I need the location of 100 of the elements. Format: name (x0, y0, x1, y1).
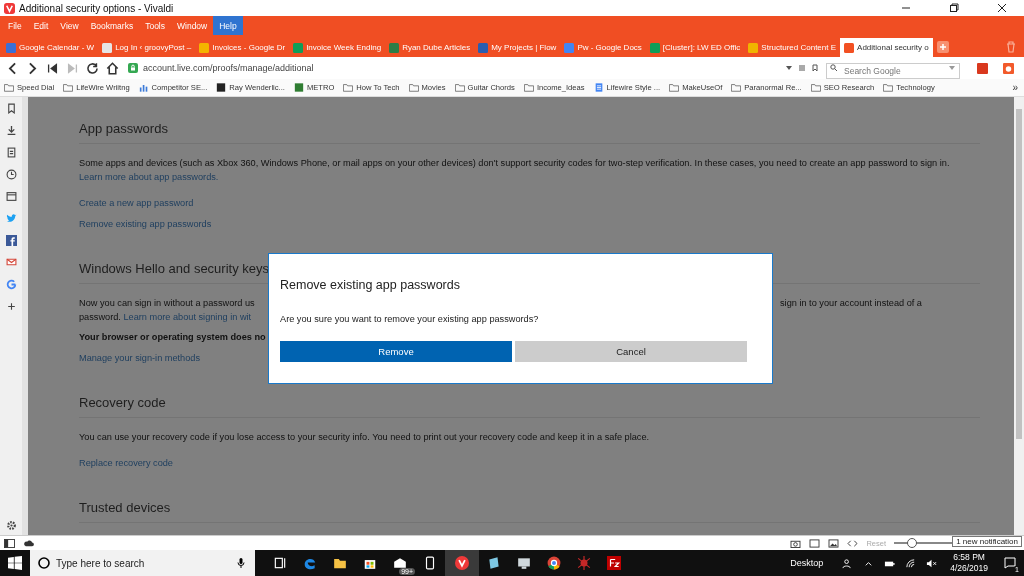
menu-item[interactable]: Help (213, 16, 243, 35)
address-field[interactable]: account.live.com/proofs/manage/additional (124, 60, 823, 76)
browser-tab[interactable]: Log In ‹ groovyPost – (98, 38, 196, 57)
cloud-icon[interactable] (23, 538, 34, 548)
tab-title: My Projects | Flow (491, 43, 557, 52)
reload-icon[interactable] (86, 61, 99, 75)
dropdown-icon[interactable] (785, 64, 793, 72)
section-heading: App passwords (79, 121, 980, 144)
browser-tab[interactable]: Pw - Google Docs (560, 38, 646, 57)
google-icon[interactable] (5, 279, 17, 290)
download-icon[interactable] (5, 125, 17, 136)
start-icon[interactable] (8, 556, 22, 570)
tab-title: Ryan Dube Articles (402, 43, 471, 52)
microphone-icon[interactable] (237, 557, 245, 569)
notebook-icon[interactable] (487, 556, 501, 570)
facebook-icon[interactable] (5, 235, 17, 246)
folder-icon (408, 83, 419, 92)
lock-icon (128, 63, 138, 73)
clock[interactable]: 6:58 PM 4/26/2019 (950, 552, 988, 574)
clock-time: 6:58 PM (953, 552, 985, 563)
notes-icon[interactable] (977, 62, 988, 74)
menu-item[interactable]: View (54, 16, 85, 35)
tab-title: [Cluster]: LW ED Offic (662, 43, 741, 52)
menu-item[interactable]: Edit (27, 16, 55, 35)
folder-icon (343, 83, 354, 92)
browser-tab[interactable]: Structured Content E (744, 38, 841, 57)
action-link[interactable]: Remove existing app passwords (79, 217, 212, 231)
taskbar-search-field[interactable]: Type here to search (30, 550, 255, 576)
computer-icon[interactable] (517, 556, 531, 570)
browser-tab[interactable]: Invoice Week Ending (289, 38, 386, 57)
add-tab-icon[interactable] (936, 41, 949, 53)
settings-icon[interactable] (5, 520, 17, 531)
remove-button[interactable]: Remove (280, 341, 512, 362)
panel-toggle-icon[interactable] (4, 538, 15, 548)
paragraph-fragment: password. Learn more about signing in wit (79, 311, 252, 324)
folder-icon (883, 83, 894, 92)
search-icon (830, 64, 838, 72)
browser-tab[interactable]: My Projects | Flow (474, 38, 561, 57)
section-heading: Trusted devices (79, 500, 980, 523)
phone-icon[interactable] (423, 556, 437, 570)
tab-title: Log In ‹ groovyPost – (115, 43, 192, 52)
window-title: Additional security options - Vivaldi (19, 2, 174, 14)
browser-tab[interactable]: Ryan Dube Articles (385, 38, 475, 57)
browser-tab[interactable]: Invoices - Google Dr (195, 38, 290, 57)
folder-icon (63, 83, 74, 92)
folder-icon (810, 83, 821, 92)
browser-tab[interactable]: [Cluster]: LW ED Offic (645, 38, 745, 57)
scrollbar[interactable] (1014, 97, 1024, 535)
tab-title: Additional security o (857, 43, 929, 52)
home-icon[interactable] (106, 61, 119, 75)
close-icon[interactable] (997, 3, 1007, 13)
people-icon[interactable] (842, 557, 854, 569)
dialog-message: Are you sure you want to remove your existing app passwords? (280, 314, 540, 324)
menu-item[interactable]: Bookmarks (84, 16, 140, 35)
favicon-icon (293, 83, 304, 92)
menu-item[interactable]: Tools (139, 16, 171, 35)
image-icon[interactable] (828, 538, 840, 548)
window-icon[interactable] (809, 538, 821, 548)
more-bookmarks-button[interactable]: » (1012, 82, 1018, 93)
action-link[interactable]: Create a new app password (79, 196, 194, 210)
wifi-icon[interactable] (905, 557, 917, 569)
browser-tab[interactable]: Google Calendar - W (2, 38, 99, 57)
favicon-icon (478, 42, 489, 53)
camera-icon[interactable] (790, 538, 802, 548)
bug-icon[interactable] (577, 556, 591, 570)
filezilla-icon[interactable] (607, 556, 621, 570)
rewind-icon[interactable] (46, 61, 59, 75)
extension-icon[interactable] (1003, 62, 1014, 74)
folder-icon (523, 83, 534, 92)
action-link[interactable]: Manage your sign-in methods (79, 351, 201, 365)
bookmark-icon[interactable] (5, 103, 17, 114)
muted-speaker-icon[interactable] (926, 557, 938, 569)
window-icon[interactable] (5, 191, 17, 202)
favicon-icon (216, 83, 227, 92)
menu-item[interactable]: Window (171, 16, 214, 35)
browser-tab[interactable]: Additional security o (840, 38, 933, 57)
code-icon[interactable] (847, 538, 859, 548)
notes-icon[interactable] (5, 147, 17, 158)
tab-title: Google Calendar - W (19, 43, 95, 52)
menu-item[interactable]: File (2, 16, 28, 35)
action-link[interactable]: Replace recovery code (79, 456, 173, 470)
favicon-icon (649, 42, 660, 53)
mail-icon[interactable] (393, 556, 407, 570)
desktop-toolbar-label[interactable]: Desktop (790, 558, 824, 568)
edge-icon[interactable] (303, 556, 317, 570)
bookmark-icon[interactable] (811, 64, 819, 72)
learn-more-link[interactable]: Learn more about app passwords. (79, 172, 219, 182)
vivaldi-taskbar-button[interactable] (445, 550, 479, 576)
restore-icon[interactable] (949, 3, 959, 13)
folder-icon[interactable] (333, 556, 347, 570)
add-panel-icon[interactable] (5, 301, 17, 312)
search-field[interactable]: Search Google (826, 63, 960, 79)
paragraph: You can use your recovery code if you lose access to your security info. You need to print out your recovery code and keep it in a safe place. (79, 431, 651, 444)
history-icon[interactable] (5, 169, 17, 180)
favicon-icon (748, 42, 759, 53)
chrome-icon[interactable] (547, 556, 561, 570)
learn-more-link[interactable]: Learn more about signing in wit (123, 312, 252, 322)
cancel-button[interactable]: Cancel (515, 341, 747, 362)
warning-text: Your browser or operating system does no (79, 331, 266, 344)
task-view-icon[interactable] (273, 556, 287, 570)
